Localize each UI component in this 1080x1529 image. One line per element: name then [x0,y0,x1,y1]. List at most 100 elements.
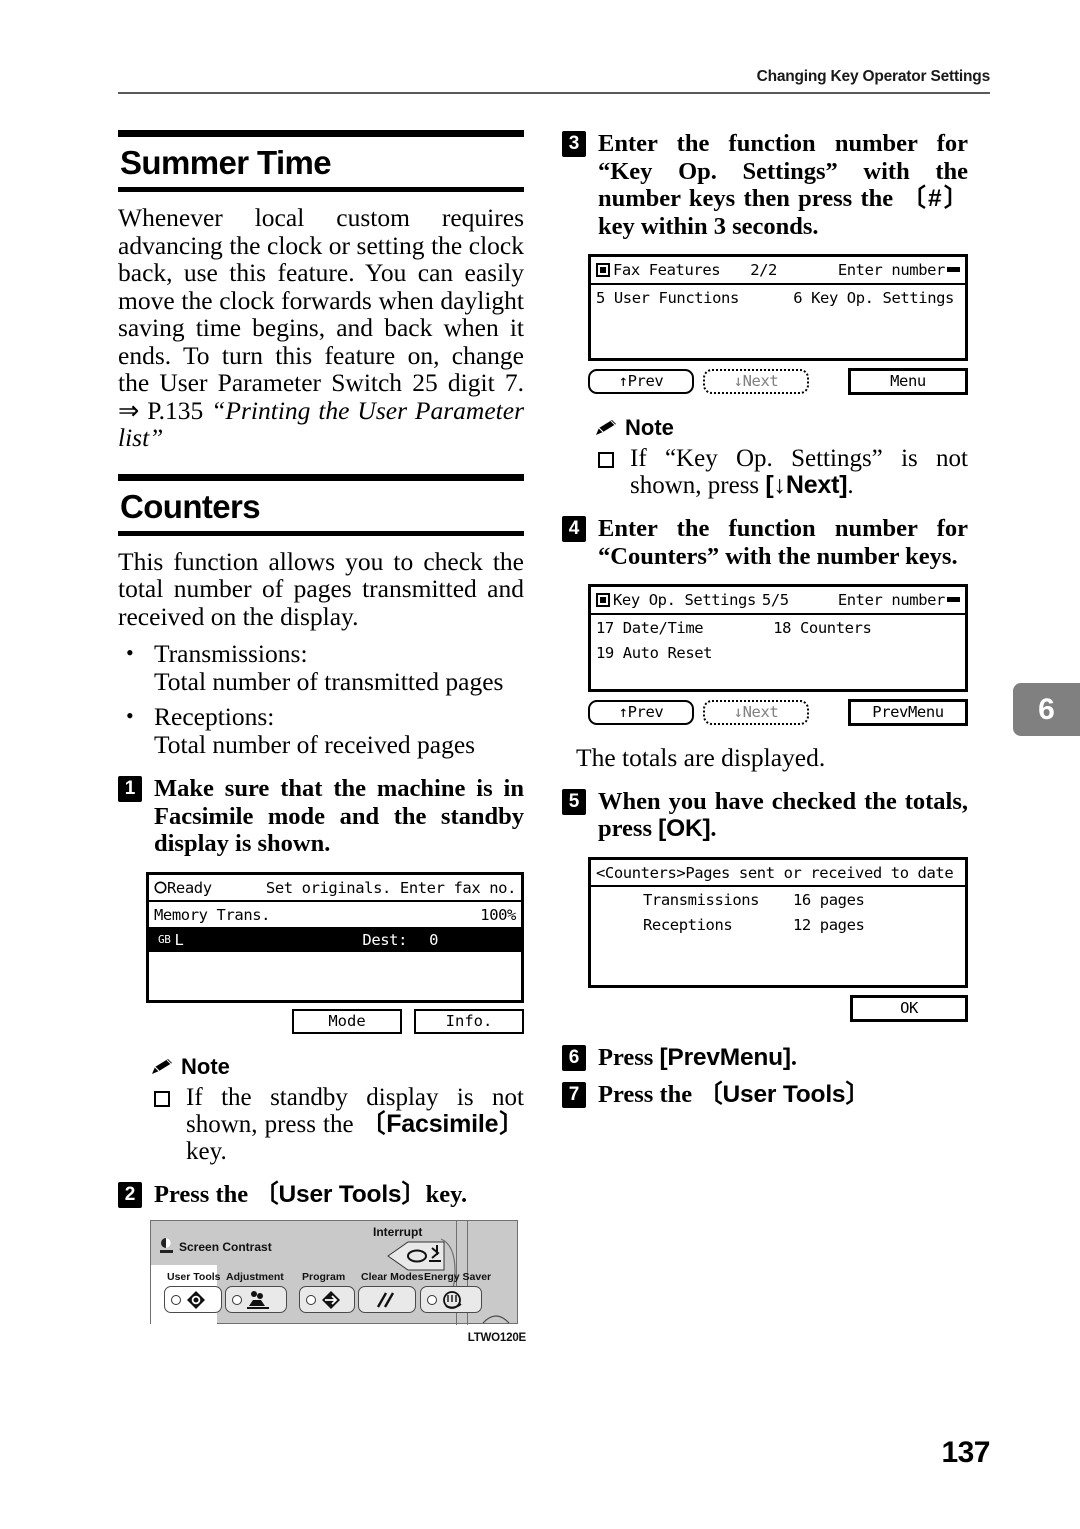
step-text-before: Press the [598,1081,699,1108]
lcd-empty-row [149,976,521,1000]
step-4: 4 Enter the function number for “Counter… [562,515,968,570]
step-1: 1 Make sure that the machine is in Facsi… [118,775,524,858]
filled-square-icon [596,593,610,607]
lcd-title-row: Key Op. Settings 5/5 Enter number [591,587,965,615]
note-text-after: key. [186,1137,227,1165]
lcd-dest-label: Dest: [362,930,408,949]
note-label: Note [181,1053,230,1079]
next-button[interactable]: ↓Next [703,700,809,725]
hash-key-label: 〔#〕 [901,185,969,212]
right-column: 3 Enter the function number for “Key Op.… [562,130,968,1109]
circle-indicator-icon [154,881,167,894]
prev-button[interactable]: ↑Prev [588,700,694,725]
table-row: Transmissions 16 pages [591,887,965,912]
program-label: Program [302,1271,346,1283]
input-cursor-icon [947,267,960,272]
lcd-standby-figure: Ready Set originals. Enter fax no. Memor… [146,871,524,1034]
lcd-empty-row [591,310,965,334]
lcd-memory-value: 100% [480,905,516,924]
section-rule-top [118,473,524,481]
note-text-after: . [847,472,854,499]
adjustment-label: Adjustment [226,1271,284,1283]
step-6: 6 Press [PrevMenu]. [562,1044,968,1072]
summer-time-text: Whenever local custom requires advancing… [118,203,524,425]
interrupt-label: Interrupt [373,1225,423,1239]
energy-saver-icon [443,1290,462,1309]
lcd-counters-title: Pages sent or received to date [685,863,954,882]
bullet-detail: Total number of received pages [154,730,476,759]
lcd-fax-features-figure: Fax Features 2/2 Enter number 5 User Fun… [588,254,968,395]
lcd-title: Fax Features [613,261,721,279]
counter-value: 12 pages [793,915,865,934]
lcd-menu-item[interactable]: 6 Key Op. Settings [793,288,954,308]
summer-time-paragraph: Whenever local custom requires advancing… [118,204,524,452]
info-button[interactable]: Info. [414,1008,524,1034]
step-5: 5 When you have checked the totals, pres… [562,788,968,843]
clear-modes-label: Clear Modes [361,1271,424,1283]
lcd-counters-tag: <Counters> [596,863,686,882]
lcd-status-row: Ready Set originals. Enter fax no. [149,875,521,900]
step-2: 2 Press the 〔User Tools〕key. [118,1181,524,1209]
ok-button[interactable]: OK [850,994,968,1022]
clear-modes-key[interactable] [358,1286,416,1313]
step-number: 4 [562,516,586,542]
step-number: 1 [118,776,142,802]
lcd-menu-item[interactable]: 17 Date/Time [596,618,704,638]
mode-button[interactable]: Mode [292,1008,402,1034]
lcd-screen-fax-features: Fax Features 2/2 Enter number 5 User Fun… [588,254,968,361]
step-number: 2 [118,1181,142,1208]
pencil-icon [152,1058,172,1074]
control-panel-body: Screen Contrast Interrupt User Tools Adj… [150,1220,518,1325]
list-item: Receptions: Total number of received pag… [118,702,524,759]
step-text-before: Press [598,1043,660,1071]
energy-saver-key[interactable] [420,1286,482,1313]
step-number: 3 [562,131,586,157]
program-key[interactable] [299,1286,355,1313]
led-indicator [171,1294,181,1305]
step-text: Enter the function number for “Counters”… [598,515,968,570]
counters-intro: This function allows you to check the to… [118,546,524,631]
step-text-after: . [710,815,717,842]
facsimile-key-label: 〔Facsimile〕 [360,1109,525,1138]
lcd-title: Key Op. Settings [613,591,756,609]
lcd-softkey-row: ↑Prev ↓Next PrevMenu [588,699,968,726]
adjustment-key[interactable] [225,1286,287,1313]
step-number: 5 [562,788,586,815]
filled-square-icon [596,263,610,277]
user-tools-key-label: 〔User Tools〕 [254,1180,426,1208]
lcd-prompt: Enter number [837,261,946,279]
left-column: Summer Time Whenever local custom requir… [118,130,526,1344]
step-number: 7 [562,1082,586,1108]
note-item: If “Key Op. Settings” is not shown, pres… [596,445,968,499]
page-number: 137 [941,1436,990,1469]
note-item: If the standby display is not shown, pre… [152,1084,524,1165]
step-number: 6 [562,1044,586,1071]
prev-button[interactable]: ↑Prev [588,369,694,394]
counter-value: 16 pages [793,890,865,909]
lcd-dest-row: GB L Dest: 0 [149,926,521,952]
lcd-status-text: Ready [167,878,212,897]
step-text-before: Press the [154,1180,255,1208]
user-tools-label: User Tools [167,1271,221,1283]
totals-displayed-text: The totals are displayed. [576,743,826,772]
lcd-prompt: Enter number [837,591,946,609]
step-text-b: key within 3 seconds. [598,212,819,240]
next-button[interactable]: ↓Next [703,369,809,394]
adjustment-icon [247,1290,269,1309]
bullet-label: Transmissions: [154,639,308,668]
lcd-menu-item[interactable]: 18 Counters [773,618,872,638]
lcd-memory-label: Memory Trans. [154,905,271,924]
lcd-menu-row: 5 User Functions 6 Key Op. Settings [591,285,965,310]
gb-icon: GB [154,931,175,948]
prevmenu-button[interactable]: PrevMenu [848,699,968,726]
lcd-menu-item[interactable]: 19 Auto Reset [596,643,713,663]
user-tools-key[interactable] [164,1286,222,1313]
pencil-icon [596,420,616,435]
energy-saver-label: Energy Saver [424,1271,492,1283]
lcd-empty-row [591,937,965,961]
lcd-key-op-figure: Key Op. Settings 5/5 Enter number 17 Dat… [588,584,968,726]
section-counters: Counters This function allows you to che… [118,473,524,760]
menu-button[interactable]: Menu [848,368,968,395]
lcd-menu-item[interactable]: 5 User Functions [596,288,739,308]
counter-label: Receptions [643,915,733,934]
